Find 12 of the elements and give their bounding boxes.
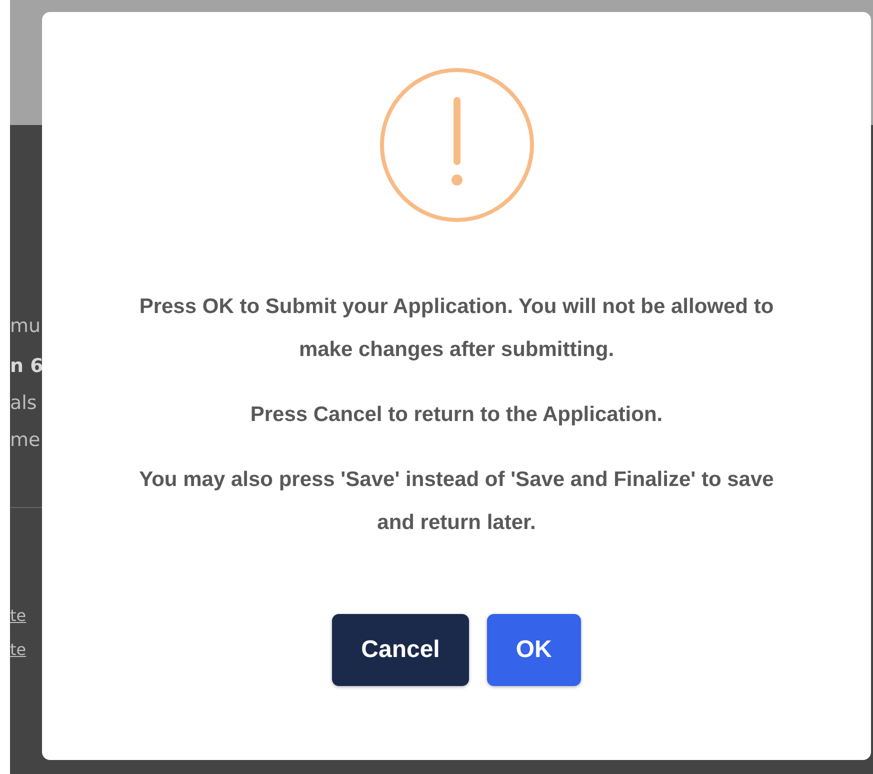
- dialog-message: Press OK to Submit your Application. You will not be allowed to make changes after submitting.: [138, 294, 775, 363]
- page-text: n 6: [10, 355, 44, 377]
- page-text: me: [10, 429, 40, 451]
- link[interactable]: te: [10, 640, 26, 660]
- page-text: als: [10, 392, 37, 414]
- dialog-message: Press Cancel to return to the Application.: [249, 402, 664, 428]
- ok-button[interactable]: OK: [486, 614, 581, 686]
- warning-icon: [378, 67, 534, 223]
- page-text: mu: [10, 315, 41, 337]
- dialog-message: You may also press 'Save' instead of 'Save and Finalize' to save and return later.: [138, 467, 775, 536]
- link[interactable]: te: [10, 606, 26, 626]
- cancel-button[interactable]: Cancel: [332, 614, 469, 686]
